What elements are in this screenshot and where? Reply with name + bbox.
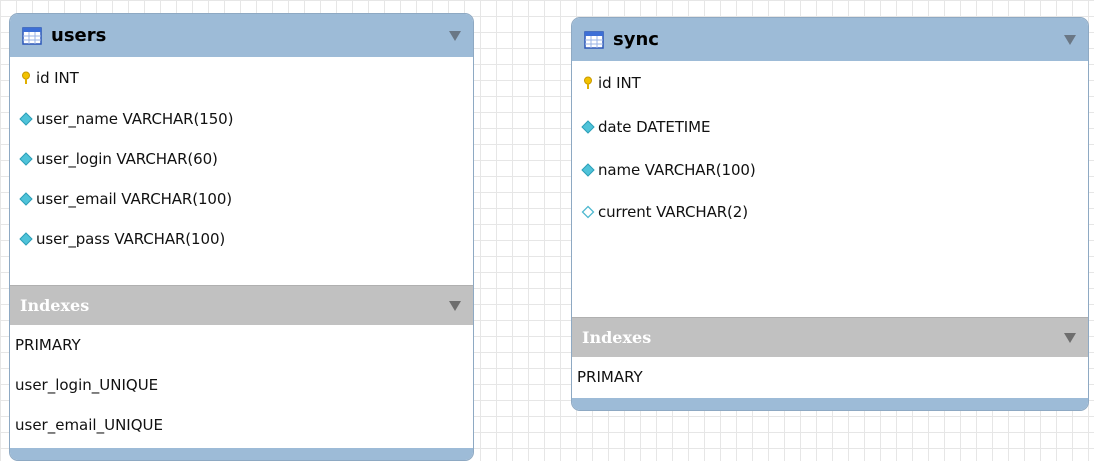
column-row[interactable]: current VARCHAR(2)	[572, 191, 1088, 233]
indexes-list: PRIMARY user_login_UNIQUE user_email_UNI…	[10, 325, 473, 445]
nullable-diamond-icon	[581, 205, 595, 219]
column-row[interactable]: id INT	[572, 61, 1088, 105]
table-title: users	[51, 25, 107, 46]
table-title: sync	[613, 29, 659, 50]
table-footer	[572, 398, 1088, 410]
column-diamond-icon	[19, 192, 33, 206]
indexes-header[interactable]: Indexes	[572, 317, 1088, 357]
column-diamond-icon	[581, 163, 595, 177]
primary-key-icon	[581, 76, 595, 90]
collapse-icon[interactable]	[1064, 34, 1076, 45]
column-name: user_login VARCHAR(60)	[36, 150, 218, 168]
column-diamond-icon	[19, 232, 33, 246]
indexes-header[interactable]: Indexes	[10, 285, 473, 325]
table-icon	[22, 26, 42, 46]
column-name: id INT	[36, 69, 79, 87]
table-footer	[10, 448, 473, 460]
column-row[interactable]: id INT	[10, 57, 473, 99]
indexes-list: PRIMARY	[572, 357, 1088, 397]
column-diamond-icon	[19, 112, 33, 126]
column-name: user_name VARCHAR(150)	[36, 110, 234, 128]
table-sync[interactable]: sync id INT date DATETIME name VARCHAR(1…	[571, 17, 1089, 411]
indexes-title: Indexes	[582, 328, 652, 347]
table-header[interactable]: sync	[572, 18, 1088, 61]
collapse-icon[interactable]	[449, 300, 461, 311]
column-row[interactable]: user_email VARCHAR(100)	[10, 179, 473, 219]
column-row[interactable]: user_name VARCHAR(150)	[10, 99, 473, 139]
index-row[interactable]: PRIMARY	[10, 325, 473, 365]
column-name: id INT	[598, 74, 641, 92]
table-icon	[584, 30, 604, 50]
index-row[interactable]: user_email_UNIQUE	[10, 405, 473, 445]
column-diamond-icon	[581, 120, 595, 134]
column-name: user_pass VARCHAR(100)	[36, 230, 226, 248]
index-row[interactable]: PRIMARY	[572, 357, 1088, 397]
column-diamond-icon	[19, 152, 33, 166]
column-name: current VARCHAR(2)	[598, 203, 749, 221]
table-header[interactable]: users	[10, 14, 473, 57]
collapse-icon[interactable]	[1064, 332, 1076, 343]
primary-key-icon	[19, 71, 33, 85]
column-name: name VARCHAR(100)	[598, 161, 756, 179]
column-row[interactable]: user_login VARCHAR(60)	[10, 139, 473, 179]
table-users[interactable]: users id INT user_name VARCHAR(150) user…	[9, 13, 474, 461]
index-row[interactable]: user_login_UNIQUE	[10, 365, 473, 405]
collapse-icon[interactable]	[449, 30, 461, 41]
column-row[interactable]: user_pass VARCHAR(100)	[10, 219, 473, 259]
columns-list: id INT date DATETIME name VARCHAR(100) c…	[572, 61, 1088, 317]
column-row[interactable]: date DATETIME	[572, 105, 1088, 149]
indexes-title: Indexes	[20, 296, 90, 315]
column-row[interactable]: name VARCHAR(100)	[572, 149, 1088, 191]
columns-list: id INT user_name VARCHAR(150) user_login…	[10, 57, 473, 285]
column-name: user_email VARCHAR(100)	[36, 190, 233, 208]
column-name: date DATETIME	[598, 118, 711, 136]
